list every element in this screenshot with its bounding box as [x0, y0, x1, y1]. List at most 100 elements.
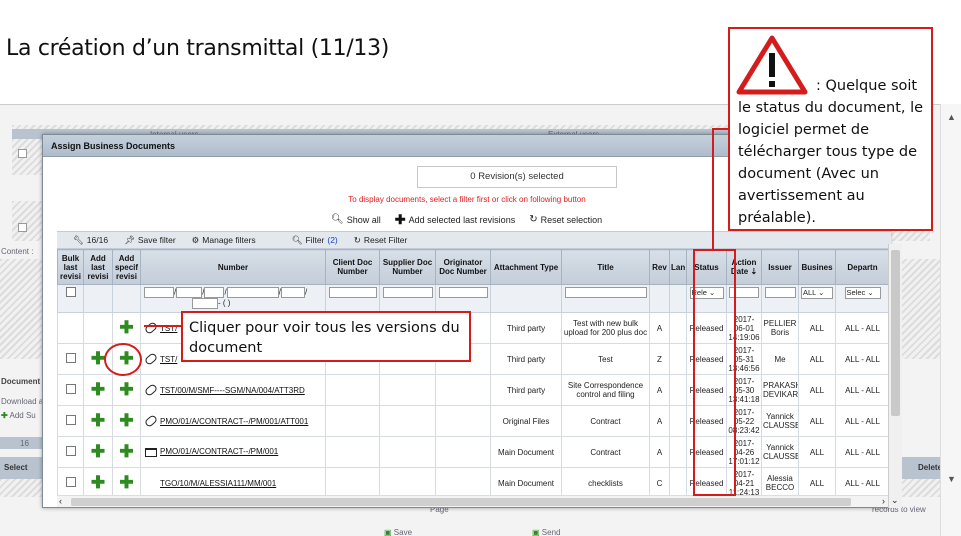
number-part-2-input[interactable] [176, 287, 203, 298]
col-language[interactable]: Lan [669, 249, 687, 285]
issuer-cell: Alessia BECCO [761, 467, 799, 497]
add-specific-revision-highlight [104, 343, 142, 376]
business-filter-select[interactable]: ALL ⌄ [801, 287, 833, 299]
col-supplier-doc-number[interactable]: Supplier Doc Number [379, 249, 436, 285]
grid-vertical-scrollbar[interactable]: ⌄ [888, 244, 902, 508]
supplier-doc-filter-input[interactable] [382, 287, 433, 298]
client-doc-filter-input[interactable] [328, 287, 377, 298]
document-number-link[interactable]: PMO/01/A/CONTRACT--/PM/001 [160, 447, 278, 456]
bulk-checkbox[interactable] [65, 477, 76, 487]
manage-filters-button[interactable]: ⚙ Manage filters [192, 235, 256, 246]
document-number-link[interactable]: TGO/10/M/ALESSIA111/MM/001 [160, 479, 276, 488]
reset-selection-button[interactable]: ↻ Reset selection [529, 214, 602, 225]
department-filter-select[interactable]: Selec ⌄ [844, 287, 881, 299]
col-issuer[interactable]: Issuer [761, 249, 799, 285]
department-cell: ALL - ALL [835, 374, 889, 406]
document-number-link[interactable]: PMO/01/A/CONTRACT--/PM/001/ATT001 [160, 417, 308, 426]
add-last-cell: ✚ [83, 436, 113, 468]
add-specific-revision-plus-icon[interactable]: ✚ [119, 380, 133, 399]
document-number-link[interactable]: TST/00/M/SMF----SGM/NA/004/ATT3RD [160, 386, 305, 395]
col-rev[interactable]: Rev [649, 249, 670, 285]
col-business[interactable]: Busines [798, 249, 836, 285]
col-title[interactable]: Title [561, 249, 650, 285]
number-part-1-input[interactable] [144, 287, 174, 298]
number-part-4-input[interactable] [226, 287, 279, 298]
col-attachment-type[interactable]: Attachment Type [490, 249, 562, 285]
reset-filter-button[interactable]: ↻ Reset Filter [354, 235, 408, 246]
send-button-bg[interactable]: ▣ Send [532, 528, 560, 536]
number-part-3-input[interactable] [204, 287, 225, 298]
add-last-cell: ✚ [83, 374, 113, 406]
add-specific-revision-plus-icon[interactable]: ✚ [119, 318, 133, 337]
originator-doc-cell [435, 436, 491, 468]
add-last-revision-plus-icon[interactable]: ✚ [91, 411, 105, 430]
scroll-down-icon[interactable]: ⌄ [891, 495, 899, 506]
number-part-6-input[interactable] [192, 298, 218, 309]
scroll-up-icon[interactable]: ▲ [947, 112, 956, 122]
rev-cell: A [649, 374, 670, 406]
add-specific-revision-plus-icon[interactable]: ✚ [119, 473, 133, 492]
title-cell: Test with new bulk upload for 200 plus d… [561, 312, 650, 344]
link-icon [143, 321, 159, 336]
col-department[interactable]: Departn [835, 249, 889, 285]
scroll-right-icon[interactable]: › [882, 496, 885, 506]
background-checkbox[interactable] [18, 149, 27, 158]
document-number-link[interactable]: TST/ [160, 355, 177, 364]
add-last-revision-plus-icon[interactable]: ✚ [91, 380, 105, 399]
add-last-revision-plus-icon[interactable]: ✚ [91, 473, 105, 492]
callout-connector-vertical [712, 128, 714, 249]
save-filter-button[interactable]: 📌︎ Save filter [124, 235, 176, 246]
scroll-left-icon[interactable]: ‹ [59, 496, 62, 506]
business-cell: ALL [798, 436, 836, 468]
filter-button[interactable]: 🔍︎ Filter (2) [292, 235, 338, 246]
scrollbar-thumb[interactable] [891, 250, 900, 416]
scrollbar-thumb[interactable] [71, 498, 851, 506]
background-checkbox-2[interactable] [18, 223, 27, 232]
col-add-last-revision[interactable]: Add last revisi [83, 249, 113, 285]
add-last-revision-plus-icon[interactable]: ✚ [91, 442, 105, 461]
save-icon: ▣ [384, 528, 392, 536]
attachment-type-cell: Main Document [490, 467, 562, 497]
warning-line: avertissement au [738, 188, 865, 204]
add-selected-last-revisions-button[interactable]: ✚ Add selected last revisions [395, 213, 515, 226]
page-scrollbar[interactable]: ▲ ▼ [940, 104, 961, 536]
scroll-down-icon[interactable]: ▼ [947, 474, 956, 484]
bulk-checkbox[interactable] [65, 415, 76, 425]
filter-supplier [379, 284, 436, 313]
originator-doc-filter-input[interactable] [438, 287, 488, 298]
supplier-doc-cell [379, 467, 436, 497]
col-originator-doc-number[interactable]: Originator Doc Number [435, 249, 491, 285]
attachment-type-cell: Third party [490, 374, 562, 406]
col-client-doc-number[interactable]: Client Doc Number [325, 249, 380, 285]
col-add-specific-revision[interactable]: Add specif revisi [112, 249, 141, 285]
business-cell: ALL [798, 343, 836, 375]
gear-icon: ⚙ [191, 234, 200, 245]
grid-horizontal-scrollbar[interactable]: ‹ › [57, 495, 889, 507]
bulk-checkbox[interactable] [65, 446, 76, 456]
col-bulk-last-revision[interactable]: Bulk last revisi [57, 249, 84, 285]
bulk-checkbox[interactable] [65, 353, 76, 363]
filter-issuer [761, 284, 799, 313]
language-cell [669, 374, 687, 406]
add-label[interactable]: ✚ Add Su [1, 411, 36, 420]
save-button-bg[interactable]: ▣ Save [384, 528, 412, 536]
bulk-checkbox[interactable] [65, 384, 76, 394]
language-cell [669, 312, 687, 344]
add-last-revision-plus-icon[interactable]: ✚ [91, 349, 105, 368]
show-all-button[interactable]: 🔍︎ Show all [331, 213, 381, 225]
add-specific-revision-plus-icon[interactable]: ✚ [119, 411, 133, 430]
client-doc-cell [325, 374, 380, 406]
number-cell: PMO/01/A/CONTRACT--/PM/001/ATT001 [140, 405, 326, 437]
search-icon: 🔍︎ [331, 213, 344, 225]
title-filter-input[interactable] [564, 287, 647, 298]
number-part-5-input[interactable] [280, 287, 305, 298]
language-cell [669, 343, 687, 375]
issuer-filter-input[interactable] [764, 287, 796, 298]
title-cell: Site Correspondence control and filing [561, 374, 650, 406]
select-all-checkbox[interactable] [65, 287, 76, 297]
rev-cell: Z [649, 343, 670, 375]
add-specific-revision-plus-icon[interactable]: ✚ [119, 442, 133, 461]
bulk-cell [57, 405, 84, 437]
col-number[interactable]: Number [140, 249, 326, 285]
bulk-cell [57, 436, 84, 468]
